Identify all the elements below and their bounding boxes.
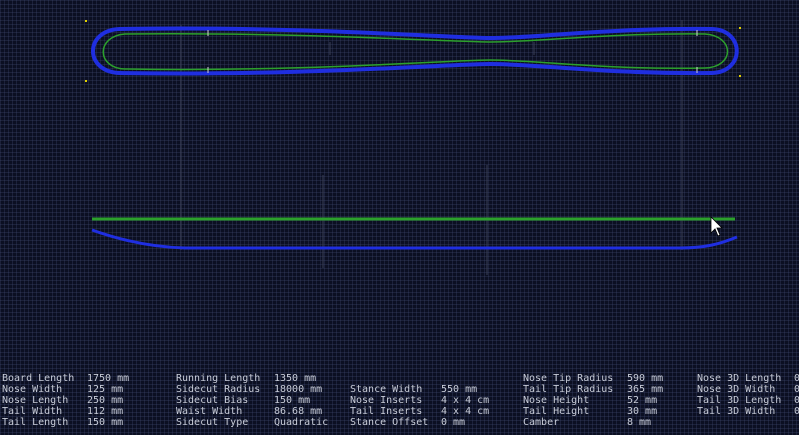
param-column-5: Nose 3D Length 0 Nose 3D Width 0 Tail 3D L… [697,373,799,417]
param-column-1: Board Length 1750 mm Nose Width 125 mm Nos… [2,373,129,428]
param-value: 0 [794,406,799,417]
param-value: 8 mm [627,417,652,428]
param-label: Waist Width [176,406,243,417]
param-column-2: Running Length 1350 mm Sidecut Radius 1800… [176,373,328,428]
param-nose-width[interactable]: Nose Width 125 mm [2,384,129,395]
param-running-length[interactable]: Running Length 1350 mm [176,373,328,384]
param-nose-inserts[interactable]: Nose Inserts 4 x 4 cm [350,395,489,406]
param-board-length[interactable]: Board Length 1750 mm [2,373,129,384]
param-stance-offset[interactable]: Stance Offset 0 mm [350,417,489,428]
param-label: Nose 3D Length [697,373,782,384]
param-value: 150 mm [87,417,124,428]
param-label: Stance Offset [350,417,429,428]
param-label: Nose 3D Width [697,384,776,395]
param-label: Tail Height [523,406,590,417]
param-value: 0 [794,384,799,395]
param-nose-3d-width[interactable]: Nose 3D Width 0 [697,384,799,395]
param-value: 1350 mm [274,373,317,384]
param-label: Sidecut Radius [176,384,261,395]
param-nose-3d-length[interactable]: Nose 3D Length 0 [697,373,799,384]
param-label: Tail Inserts [350,406,423,417]
param-sidecut-type[interactable]: Sidecut Type Quadratic [176,417,328,428]
param-column-3: Stance Width 550 mm Nose Inserts 4 x 4 cm … [350,384,489,428]
param-value: 4 x 4 cm [441,395,490,406]
param-label: Tail Length [2,417,69,428]
param-value: 150 mm [274,395,311,406]
param-label: Sidecut Type [176,417,249,428]
param-tail-width[interactable]: Tail Width 112 mm [2,406,129,417]
param-tail-inserts[interactable]: Tail Inserts 4 x 4 cm [350,406,489,417]
param-label: Nose Tip Radius [523,373,614,384]
design-viewport[interactable] [0,0,799,370]
param-value: 1750 mm [87,373,130,384]
param-label: Nose Width [2,384,63,395]
param-column-4: Nose Tip Radius 590 mm Tail Tip Radius 365… [523,373,663,428]
param-tail-tip-radius[interactable]: Tail Tip Radius 365 mm [523,384,663,395]
param-label: Camber [523,417,560,428]
vertical-guides [180,20,683,275]
param-sidecut-bias[interactable]: Sidecut Bias 150 mm [176,395,328,406]
sidecut-profile-top-view [102,32,729,71]
param-value: 86.68 mm [274,406,323,417]
param-value: 4 x 4 cm [441,406,490,417]
param-tail-3d-width[interactable]: Tail 3D Width 0 [697,406,799,417]
param-nose-length[interactable]: Nose Length 250 mm [2,395,129,406]
param-label: Tail Tip Radius [523,384,614,395]
param-value: Quadratic [274,417,329,428]
param-value: 112 mm [87,406,124,417]
param-waist-width[interactable]: Waist Width 86.68 mm [176,406,328,417]
param-value: 0 mm [441,417,466,428]
param-label: Tail 3D Width [697,406,776,417]
param-value: 365 mm [627,384,664,395]
param-label: Stance Width [350,384,423,395]
param-value: 590 mm [627,373,664,384]
param-label: Sidecut Bias [176,395,249,406]
param-value: 30 mm [627,406,658,417]
param-camber[interactable]: Camber 8 mm [523,417,663,428]
param-nose-height[interactable]: Nose Height 52 mm [523,395,663,406]
board-profile-side-view [91,228,738,250]
param-stance-width[interactable]: Stance Width 550 mm [350,384,489,395]
param-value: 550 mm [441,384,478,395]
param-tail-3d-length[interactable]: Tail 3D Length 0 [697,395,799,406]
param-value: 125 mm [87,384,124,395]
param-value: 250 mm [87,395,124,406]
param-label: Tail Width [2,406,63,417]
param-label: Nose Length [2,395,69,406]
param-value: 18000 mm [274,384,323,395]
param-value: 52 mm [627,395,658,406]
param-label: Running Length [176,373,261,384]
param-label: Tail 3D Length [697,395,782,406]
param-label: Nose Height [523,395,590,406]
param-sidecut-radius[interactable]: Sidecut Radius 18000 mm [176,384,328,395]
param-tail-height[interactable]: Tail Height 30 mm [523,406,663,417]
param-value: 0 [794,395,799,406]
param-value: 0 [794,373,799,384]
parameter-panel: Board Length 1750 mm Nose Width 125 mm Nos… [0,373,799,435]
param-tail-length[interactable]: Tail Length 150 mm [2,417,129,428]
param-nose-tip-radius[interactable]: Nose Tip Radius 590 mm [523,373,663,384]
param-label: Nose Inserts [350,395,423,406]
board-drawing [85,20,741,275]
param-label: Board Length [2,373,75,384]
